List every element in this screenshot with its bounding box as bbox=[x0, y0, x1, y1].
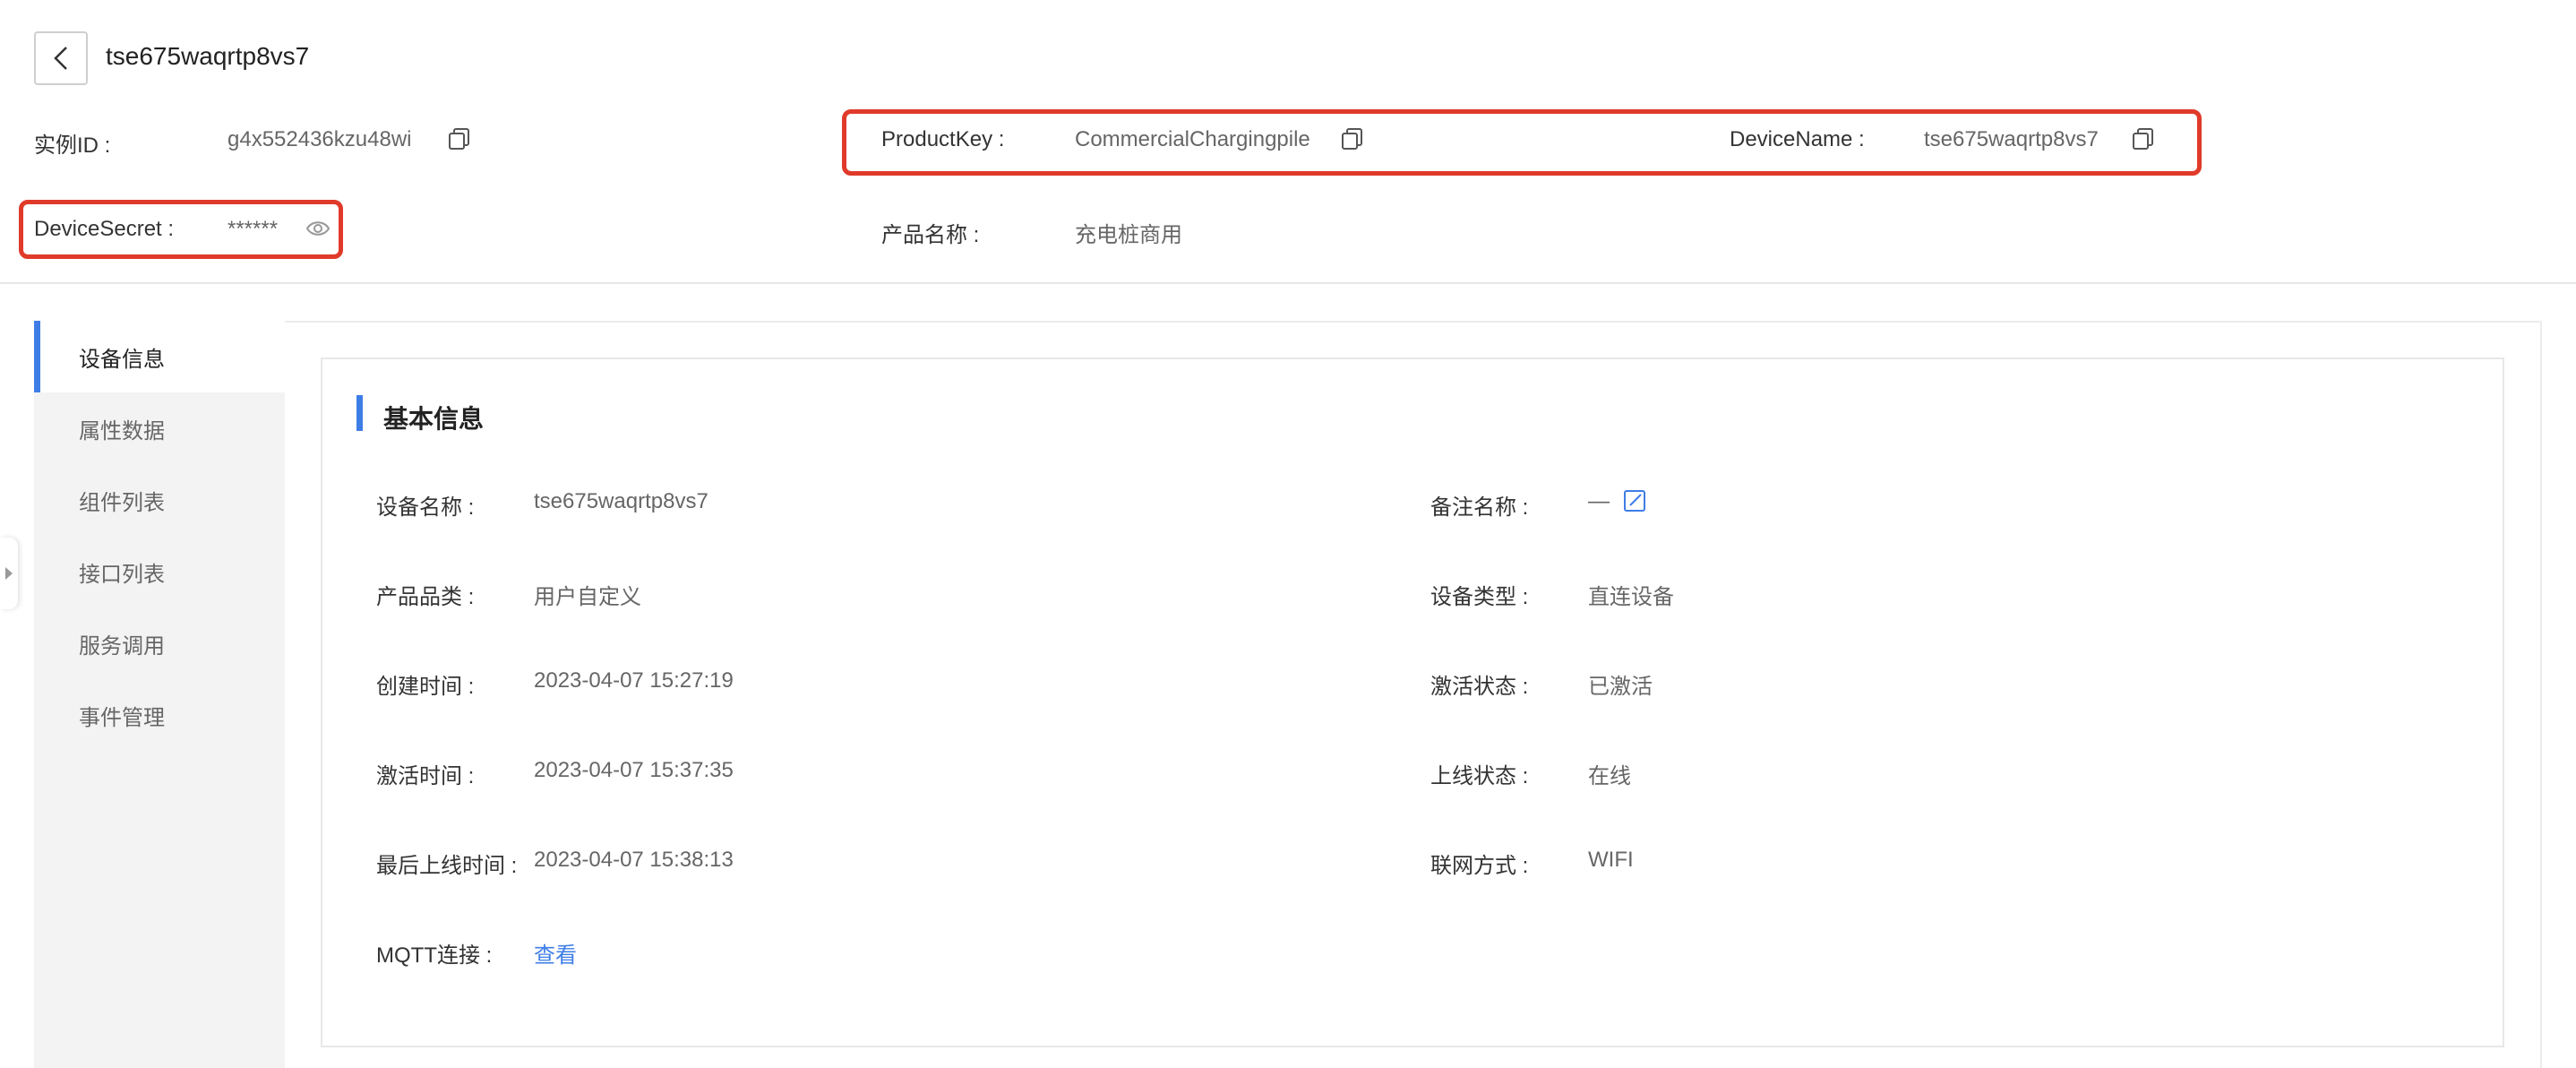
field-label: 创建时间 : bbox=[376, 675, 475, 699]
field-label: 上线状态 : bbox=[1430, 764, 1529, 788]
sidebar-item-label: 组件列表 bbox=[79, 490, 165, 515]
field-label: 激活时间 : bbox=[376, 764, 475, 788]
caret-right-icon bbox=[5, 567, 13, 580]
back-button[interactable] bbox=[34, 31, 88, 85]
sidebar-item-label: 服务调用 bbox=[79, 633, 165, 659]
field-value-created-time: 2023-04-07 15:27:19 bbox=[534, 668, 734, 693]
field-label: 产品品类 : bbox=[376, 585, 475, 609]
edit-icon[interactable] bbox=[1623, 489, 1646, 512]
copy-icon[interactable] bbox=[2132, 127, 2155, 151]
instance-id-label: 实例ID : bbox=[34, 134, 111, 158]
product-name-value: 充电桩商用 bbox=[1075, 223, 1182, 247]
sidebar-item-event-management[interactable]: 事件管理 bbox=[34, 679, 285, 751]
field-value-activated-time: 2023-04-07 15:37:35 bbox=[534, 758, 734, 782]
field-label: 最后上线时间 : bbox=[376, 854, 518, 878]
field-value-device-type: 直连设备 bbox=[1588, 585, 1674, 609]
device-secret-value: ****** bbox=[228, 217, 279, 241]
product-key-value: CommercialChargingpile bbox=[1075, 127, 1310, 151]
sidebar-item-label: 接口列表 bbox=[79, 562, 165, 587]
sidebar-item-property-data[interactable]: 属性数据 bbox=[34, 392, 285, 464]
copy-icon[interactable] bbox=[448, 127, 471, 151]
field-value-online-status: 在线 bbox=[1588, 764, 1631, 788]
sidebar-item-label: 设备信息 bbox=[79, 347, 165, 372]
sidebar: 设备信息 属性数据 组件列表 接口列表 服务调用 事件管理 bbox=[34, 321, 285, 1068]
instance-id-value: g4x552436kzu48wi bbox=[228, 127, 412, 151]
product-key-label: ProductKey : bbox=[881, 127, 1005, 151]
header-divider bbox=[0, 282, 2576, 284]
sidebar-item-component-list[interactable]: 组件列表 bbox=[34, 464, 285, 536]
sidebar-item-label: 事件管理 bbox=[79, 705, 165, 730]
field-label: 设备名称 : bbox=[376, 495, 475, 520]
chevron-left-icon bbox=[54, 47, 67, 70]
field-value-network-method: WIFI bbox=[1588, 848, 1634, 872]
field-label: 激活状态 : bbox=[1430, 675, 1529, 699]
product-name-label: 产品名称 : bbox=[881, 223, 980, 247]
device-secret-label: DeviceSecret : bbox=[34, 217, 175, 241]
field-label: 备注名称 : bbox=[1430, 495, 1529, 520]
sidebar-item-device-info[interactable]: 设备信息 bbox=[34, 321, 285, 392]
eye-icon[interactable] bbox=[306, 219, 330, 238]
device-name-value: tse675waqrtp8vs7 bbox=[1924, 127, 2099, 151]
section-accent-bar bbox=[356, 395, 363, 431]
field-value-activation-status: 已激活 bbox=[1588, 675, 1653, 699]
sidebar-item-interface-list[interactable]: 接口列表 bbox=[34, 536, 285, 607]
field-label: 设备类型 : bbox=[1430, 585, 1529, 609]
mqtt-view-link[interactable]: 查看 bbox=[534, 937, 577, 969]
field-label: MQTT连接 : bbox=[376, 943, 493, 968]
field-value-remark: — bbox=[1588, 489, 1610, 513]
field-value-device-name: tse675waqrtp8vs7 bbox=[534, 489, 708, 513]
field-value-category: 用户自定义 bbox=[534, 585, 641, 609]
copy-icon[interactable] bbox=[1341, 127, 1364, 151]
field-value-last-online: 2023-04-07 15:38:13 bbox=[534, 848, 734, 872]
collapse-handle[interactable] bbox=[0, 538, 18, 609]
section-title: 基本信息 bbox=[383, 405, 485, 433]
page-title: tse675waqrtp8vs7 bbox=[106, 42, 310, 70]
sidebar-item-service-call[interactable]: 服务调用 bbox=[34, 607, 285, 679]
sidebar-item-label: 属性数据 bbox=[79, 418, 165, 444]
device-name-label: DeviceName : bbox=[1730, 127, 1865, 151]
basic-info-card bbox=[321, 357, 2504, 1047]
field-label: 联网方式 : bbox=[1430, 854, 1529, 878]
